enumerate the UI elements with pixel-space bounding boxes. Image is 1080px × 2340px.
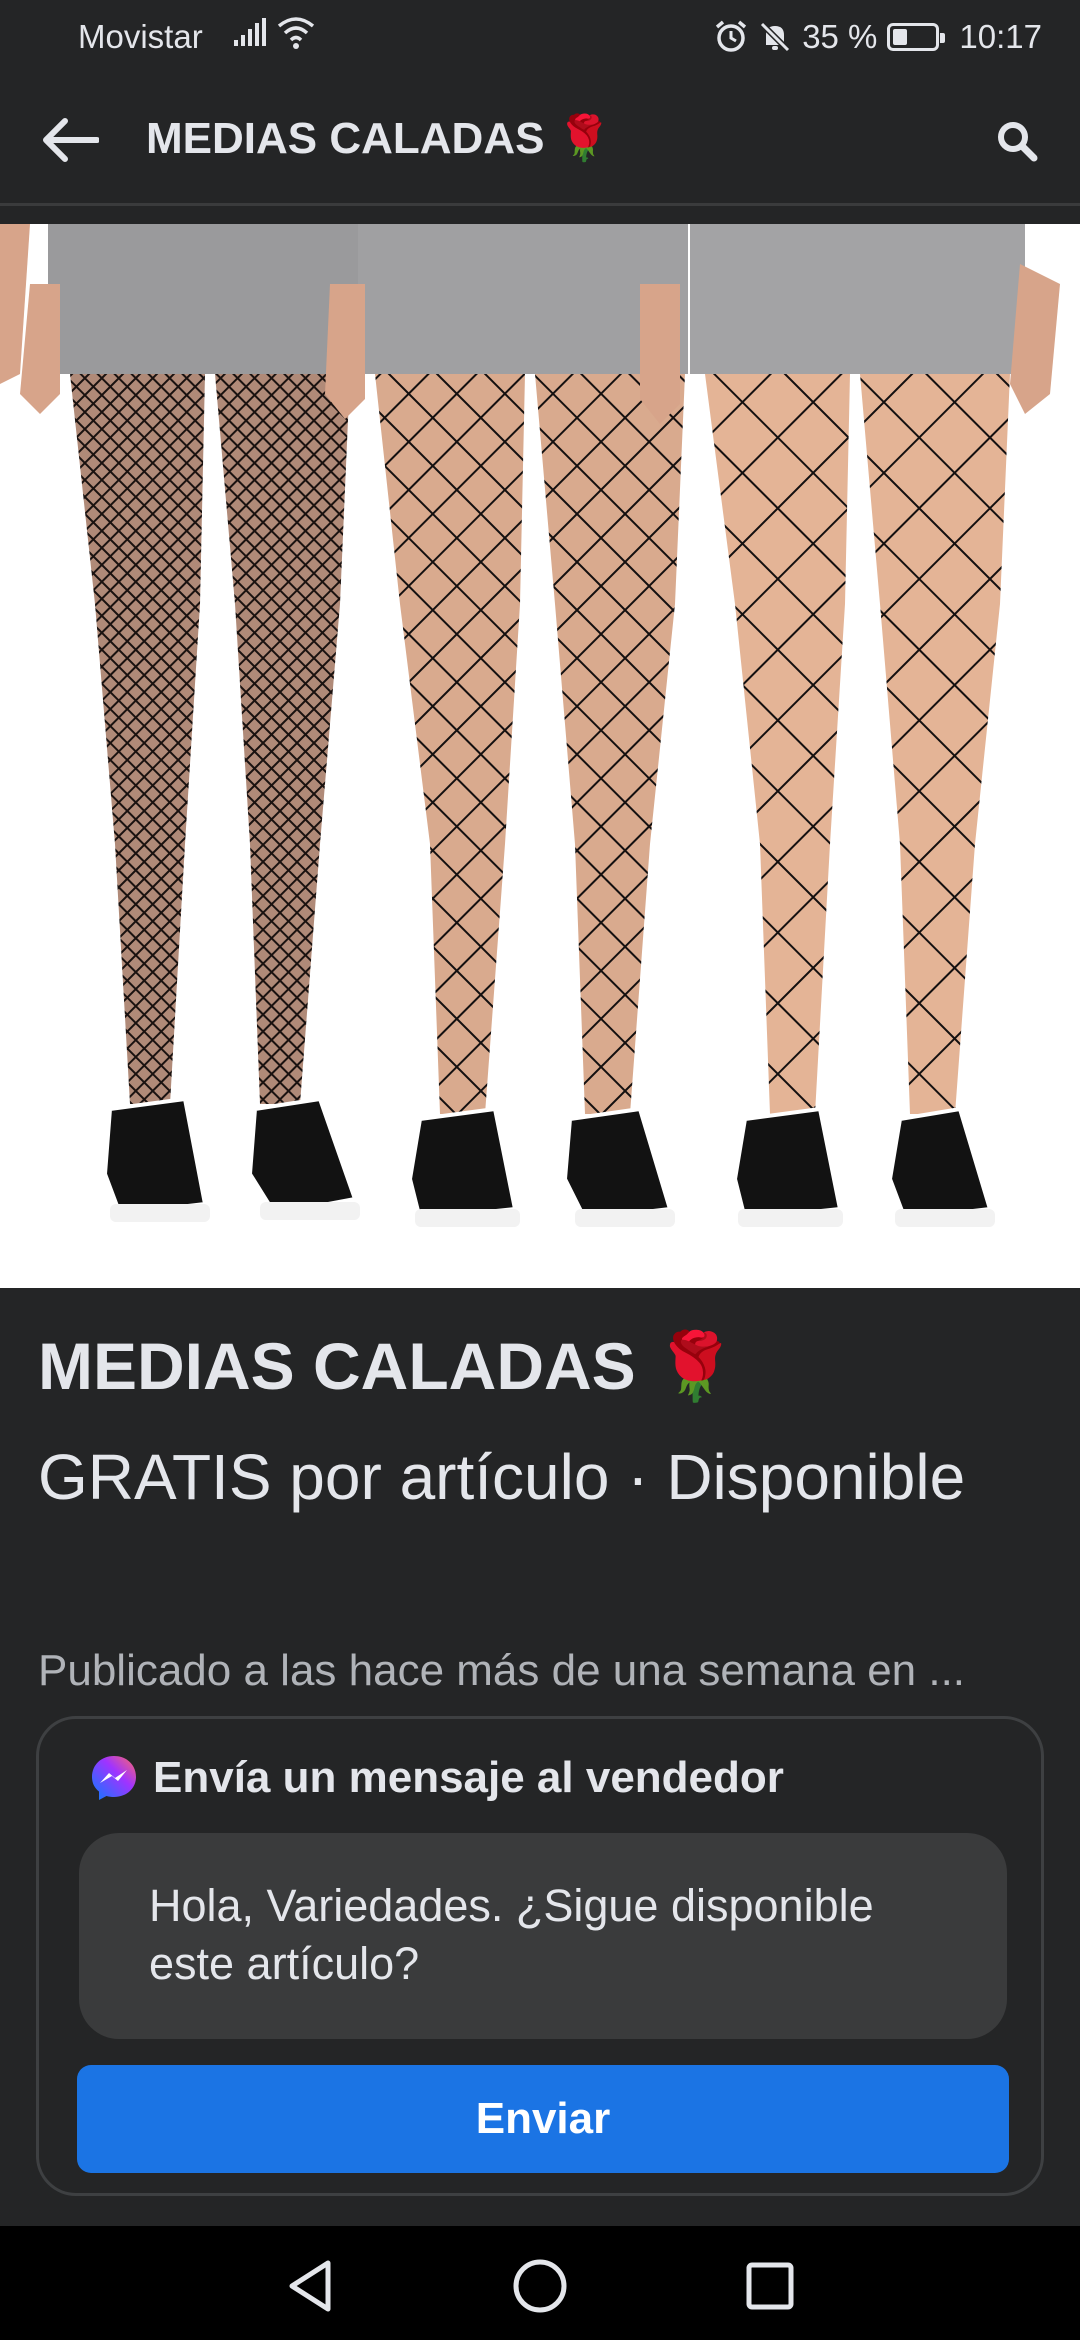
nav-home-button[interactable]	[508, 2254, 572, 2318]
app-bar-title: MEDIAS CALADAS 🌹	[146, 114, 612, 163]
carrier-name: Movistar	[78, 18, 203, 55]
app-bar: MEDIAS CALADAS 🌹	[0, 72, 1080, 206]
message-seller-card: Envía un mensaje al vendedor Hola, Varie…	[36, 1716, 1044, 2196]
clock: 10:17	[959, 18, 1042, 55]
alarm-icon	[716, 20, 747, 52]
nav-recents-button[interactable]	[738, 2254, 802, 2318]
message-input[interactable]: Hola, Variedades. ¿Sigue disponible este…	[79, 1833, 1007, 2039]
message-seller-heading: Envía un mensaje al vendedor	[89, 1753, 784, 1803]
home-circle-icon	[513, 2259, 567, 2313]
battery-percent: 35 %	[802, 18, 878, 55]
back-button[interactable]	[30, 100, 110, 180]
messenger-icon	[92, 1756, 136, 1800]
search-icon	[998, 122, 1038, 162]
mute-bell-icon	[760, 21, 791, 53]
product-photo[interactable]	[0, 224, 1080, 1288]
signal-icon	[234, 18, 266, 46]
back-triangle-icon	[289, 2260, 331, 2312]
search-button[interactable]	[980, 104, 1054, 178]
price-availability: GRATIS por artículo · Disponible	[38, 1441, 966, 1513]
posted-info[interactable]: Publicado a las hace más de una semana e…	[38, 1646, 1048, 1696]
recents-square-icon	[746, 2262, 794, 2310]
status-bar: Movistar 35 % 10:17	[0, 0, 1080, 72]
fishnet-stockings-image	[0, 224, 1080, 1288]
send-button[interactable]: Enviar	[77, 2065, 1009, 2173]
message-heading-label: Envía un mensaje al vendedor	[153, 1753, 784, 1802]
battery-icon	[887, 23, 946, 51]
nav-back-button[interactable]	[278, 2254, 342, 2318]
system-nav-bar	[0, 2226, 1080, 2340]
arrow-left-icon	[43, 118, 99, 162]
wifi-icon	[277, 17, 315, 49]
listing-title: MEDIAS CALADAS 🌹	[38, 1329, 737, 1403]
listing-details: MEDIAS CALADAS 🌹 GRATIS por artículo · D…	[0, 1288, 1080, 2226]
